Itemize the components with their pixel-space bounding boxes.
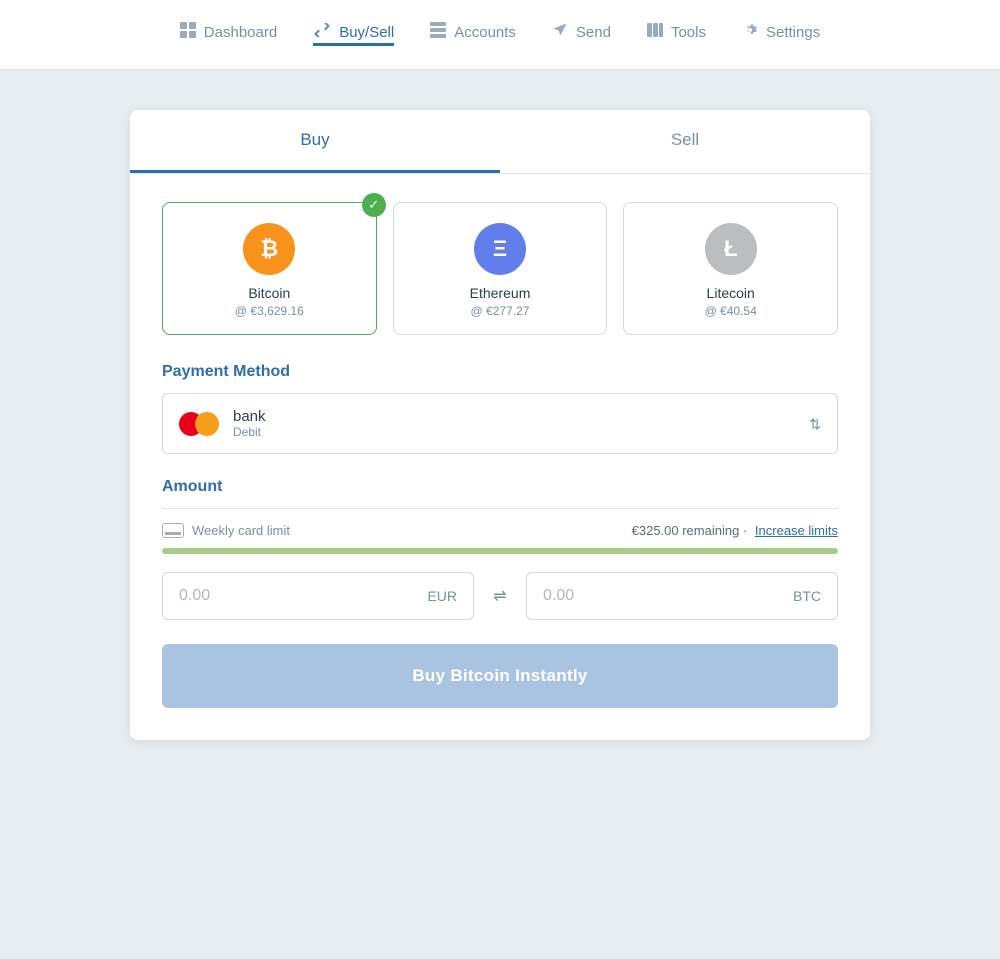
amount-divider [162,508,838,509]
bitcoin-name: Bitcoin [248,285,290,301]
bitcoin-price: @ €3,629.16 [235,304,304,318]
ethereum-icon: Ξ [474,223,526,275]
chevron-updown-icon: ⇅ [809,417,821,431]
bitcoin-icon: ₿ [243,223,295,275]
increase-limits-link[interactable]: Increase limits [755,523,838,538]
tab-buy[interactable]: Buy [130,110,500,173]
limit-row: Weekly card limit €325.00 remaining · In… [162,523,838,538]
ethereum-price: @ €277.27 [471,304,530,318]
selected-checkmark: ✓ [362,193,386,217]
payment-name: bank [233,408,266,425]
limit-right: €325.00 remaining · Increase limits [632,523,838,538]
swap-icon: ⇌ [486,586,514,606]
dashboard-icon [180,22,196,43]
eur-currency: EUR [427,588,457,604]
nav-buysell[interactable]: Buy/Sell [313,23,394,46]
litecoin-price: @ €40.54 [705,304,757,318]
payment-details: bank Debit [233,408,266,439]
settings-icon [742,22,758,43]
progress-fill [162,548,838,554]
litecoin-icon: Ł [705,223,757,275]
crypto-card-litecoin[interactable]: Ł Litecoin @ €40.54 [623,202,838,335]
ethereum-name: Ethereum [470,285,531,301]
navbar: Dashboard Buy/Sell Accounts Send Tools S… [0,0,1000,70]
tabs: Buy Sell [130,110,870,174]
btc-input-wrap: BTC [526,572,838,620]
tab-sell[interactable]: Sell [500,110,870,173]
nav-settings[interactable]: Settings [742,22,820,47]
crypto-card-ethereum[interactable]: Ξ Ethereum @ €277.27 [393,202,608,335]
mastercard-icon [179,412,219,436]
mc-orange-circle [195,412,219,436]
eur-input-wrap: EUR [162,572,474,620]
payment-section-label: Payment Method [162,363,838,381]
tools-icon [647,22,663,43]
dot-separator: · [743,523,747,538]
amount-inputs-row: EUR ⇌ BTC [162,572,838,620]
nav-send[interactable]: Send [552,22,611,47]
buy-button[interactable]: Buy Bitcoin Instantly [162,644,838,708]
limit-label: Weekly card limit [192,523,290,538]
nav-accounts[interactable]: Accounts [430,22,516,47]
nav-dashboard[interactable]: Dashboard [180,22,277,47]
card-limit-icon [162,523,184,538]
buy-sell-card: Buy Sell ✓ ₿ Bitcoin @ €3,629.16 Ξ Ether… [130,110,870,740]
amount-section-label: Amount [162,478,838,496]
payment-type: Debit [233,425,266,439]
limit-left: Weekly card limit [162,523,290,538]
progress-bar [162,548,838,554]
main-content: Buy Sell ✓ ₿ Bitcoin @ €3,629.16 Ξ Ether… [0,70,1000,780]
remaining-text: €325.00 remaining [632,523,740,538]
accounts-icon [430,22,446,43]
btc-currency: BTC [793,588,821,604]
btc-input[interactable] [543,587,793,605]
crypto-card-bitcoin[interactable]: ✓ ₿ Bitcoin @ €3,629.16 [162,202,377,335]
nav-tools[interactable]: Tools [647,22,706,47]
litecoin-name: Litecoin [707,285,755,301]
payment-method-selector[interactable]: bank Debit ⇅ [162,393,838,454]
card-body: ✓ ₿ Bitcoin @ €3,629.16 Ξ Ethereum @ €27… [130,174,870,740]
payment-method-info: bank Debit [179,408,266,439]
send-icon [552,22,568,43]
crypto-grid: ✓ ₿ Bitcoin @ €3,629.16 Ξ Ethereum @ €27… [162,202,838,335]
buysell-icon [313,23,331,42]
eur-input[interactable] [179,587,427,605]
